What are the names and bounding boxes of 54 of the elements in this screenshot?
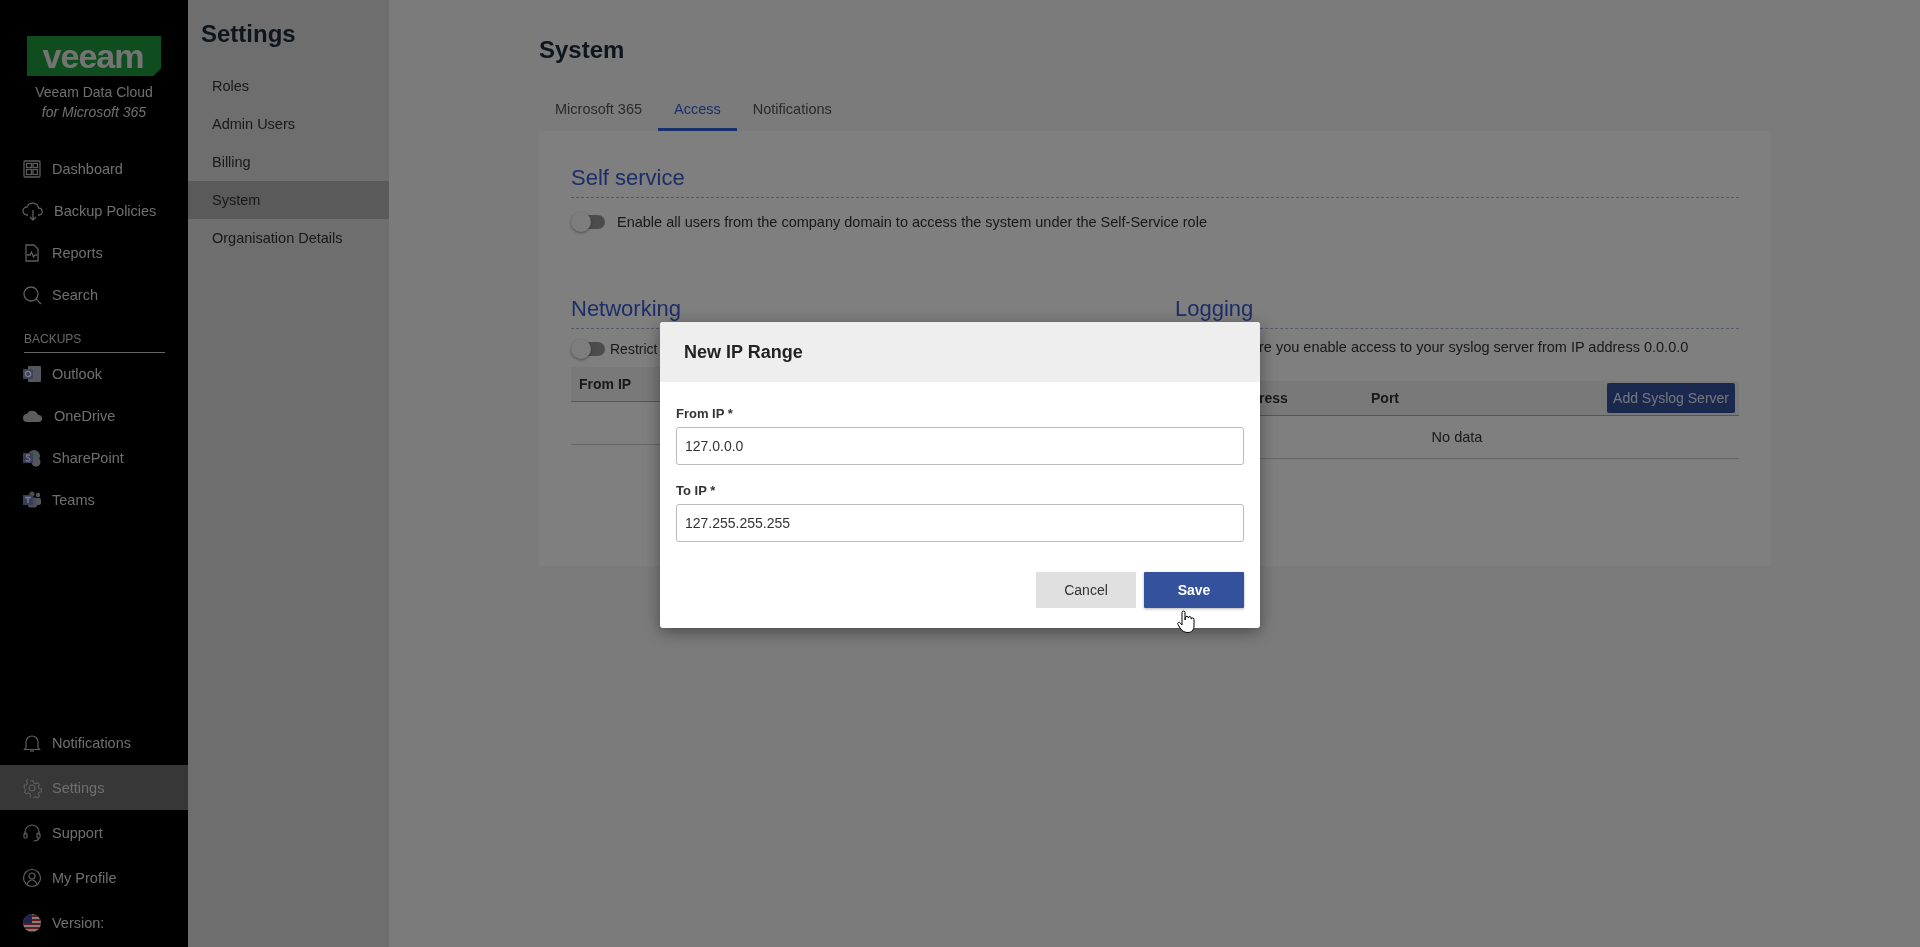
- dialog-title: New IP Range: [660, 322, 1260, 382]
- chat-app-icon: [22, 490, 42, 510]
- sidebar-item[interactable]: SharePoint: [0, 437, 188, 479]
- toggle-label: Enable all users from the company domain to access the system under the Self-Service role: [617, 214, 1207, 230]
- settings-menu-item[interactable]: Billing: [188, 143, 389, 181]
- sidebar-item[interactable]: Dashboard: [0, 148, 188, 190]
- product-name: Veeam Data Cloud: [35, 84, 153, 100]
- sidebar-item[interactable]: Teams: [0, 479, 188, 521]
- sidebar-item[interactable]: Backup Policies: [0, 190, 188, 232]
- sidebar-item[interactable]: Search: [0, 274, 188, 316]
- column-header: ress: [1259, 390, 1289, 406]
- report-icon: [22, 243, 42, 263]
- settings-title: Settings: [201, 20, 297, 48]
- bell-icon: [22, 732, 42, 753]
- cloud-download-icon: [22, 201, 44, 221]
- toggle-switch[interactable]: [571, 212, 607, 232]
- add-syslog-server-button[interactable]: Add Syslog Server: [1607, 383, 1735, 413]
- section-label: BACKUPS: [24, 328, 165, 353]
- sidebar-item[interactable]: Outlook: [0, 353, 188, 395]
- column-header: From IP: [579, 376, 632, 392]
- sidebar-item[interactable]: Support: [0, 810, 188, 855]
- sidebar-item[interactable]: Version:: [0, 900, 188, 945]
- column-header: Port: [1371, 390, 1399, 406]
- settings-menu-item[interactable]: System: [188, 181, 389, 219]
- tab[interactable]: Notifications: [736, 89, 848, 131]
- toggle-label: Restrict: [610, 341, 658, 357]
- flag-icon: [22, 912, 42, 933]
- user-icon: [22, 867, 42, 888]
- input-field[interactable]: 127.0.0.0: [676, 427, 1244, 465]
- headset-icon: [22, 822, 42, 843]
- field-label: From IP *: [676, 406, 734, 421]
- logo: veeam: [26, 36, 162, 76]
- settings-menu-item[interactable]: Admin Users: [188, 105, 389, 143]
- toggle-switch[interactable]: [571, 339, 607, 359]
- section-description: re you enable access to your syslog server from IP address 0.0.0.0: [1259, 339, 1689, 355]
- sidebar-item[interactable]: Notifications: [0, 720, 188, 765]
- settings-menu-item[interactable]: Roles: [188, 67, 389, 105]
- cancel-button[interactable]: Cancel: [1036, 572, 1136, 608]
- section-heading: Self service: [571, 165, 1739, 198]
- sharing-app-icon: [22, 448, 42, 468]
- sidebar-item[interactable]: OneDrive: [0, 395, 188, 437]
- tab[interactable]: Microsoft 365: [539, 89, 659, 131]
- field-label: To IP *: [676, 483, 717, 498]
- mail-app-icon: [22, 364, 42, 384]
- input-field[interactable]: 127.255.255.255: [676, 504, 1244, 542]
- sidebar-item[interactable]: My Profile: [0, 855, 188, 900]
- dashboard-icon: [22, 159, 42, 179]
- product-subtitle: for Microsoft 365: [41, 104, 147, 120]
- settings-menu-item[interactable]: Organisation Details: [188, 219, 389, 257]
- page-title: System: [539, 36, 626, 64]
- save-button[interactable]: Save: [1144, 572, 1244, 608]
- sidebar-item[interactable]: Reports: [0, 232, 188, 274]
- search-icon: [22, 285, 42, 305]
- settings-icon: [22, 777, 42, 798]
